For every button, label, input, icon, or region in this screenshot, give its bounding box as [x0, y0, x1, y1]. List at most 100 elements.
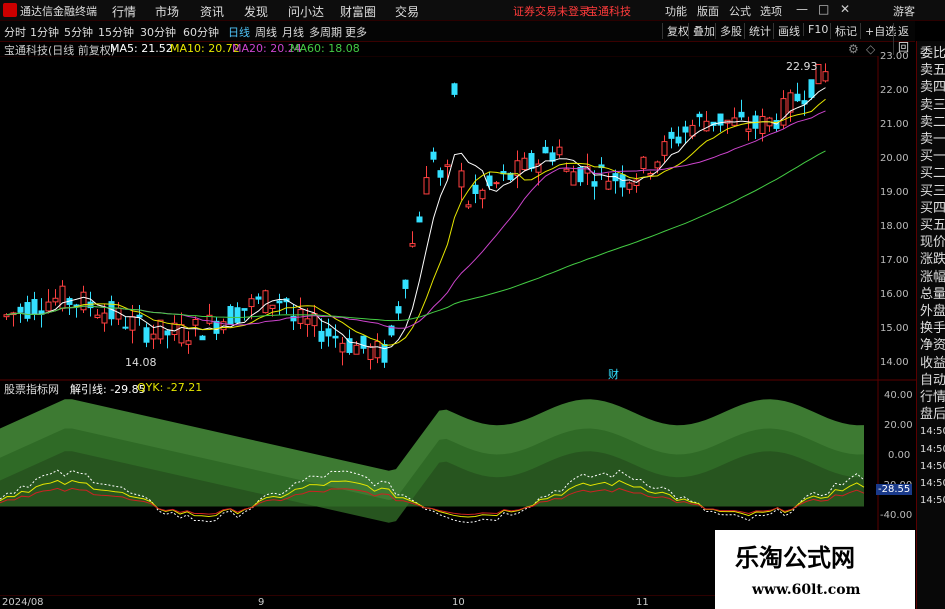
menu-wealth[interactable]: 财富圈 — [340, 3, 376, 20]
candle-body — [787, 92, 794, 113]
period-tab[interactable]: 15分钟 — [98, 24, 134, 40]
candle-body — [675, 136, 682, 144]
quote-field-label: 委比 — [920, 46, 945, 61]
period-tab[interactable]: 分时 — [4, 24, 26, 40]
period-tab-daily[interactable]: 日线 — [228, 24, 250, 40]
menu-function[interactable]: 功能 — [665, 3, 687, 19]
candle-body — [318, 330, 325, 342]
candle-body — [304, 318, 311, 325]
candle-body — [227, 306, 234, 325]
candle-body — [521, 157, 528, 171]
candle-body — [640, 156, 647, 170]
quote-field-label: 净资 — [920, 338, 945, 354]
indicator-tick: 40.00 — [884, 390, 913, 401]
menu-discover[interactable]: 发现 — [244, 3, 268, 20]
menu-formula[interactable]: 公式 — [729, 3, 751, 19]
candle-body — [136, 314, 143, 318]
period-tab[interactable]: 30分钟 — [140, 24, 176, 40]
candle-body — [255, 296, 262, 300]
period-tab[interactable]: 多周期 — [309, 24, 342, 40]
candle-body — [465, 204, 472, 208]
candle-body — [703, 120, 710, 132]
candle-body — [374, 340, 381, 359]
add-watchlist-button[interactable]: +自选 — [860, 23, 896, 39]
menu-layout[interactable]: 版面 — [697, 3, 719, 19]
minimize-icon[interactable]: — — [796, 2, 808, 16]
indicator-name[interactable]: 股票指标网 — [4, 381, 59, 397]
candle-body — [199, 335, 206, 341]
indicator-tick: 0.00 — [888, 450, 911, 461]
date-tick: 2024/08 — [2, 597, 44, 608]
overlay-button[interactable]: 叠加 — [688, 23, 715, 39]
candle-body — [360, 335, 367, 349]
menu-options[interactable]: 选项 — [760, 3, 782, 19]
guest-label[interactable]: 游客 — [893, 3, 915, 19]
candle-body — [325, 328, 332, 337]
candle-body — [122, 326, 129, 329]
menu-ask[interactable]: 问小达 — [288, 3, 324, 20]
app-title: 通达信金融终端 — [20, 5, 97, 18]
adjust-button[interactable]: 复权 — [662, 23, 689, 39]
menu-market[interactable]: 市场 — [155, 3, 179, 20]
candle-body — [605, 180, 612, 190]
expand-icon[interactable]: ◇ — [866, 42, 875, 56]
candle-body — [339, 342, 346, 353]
candle-body — [24, 302, 31, 319]
candle-body — [528, 153, 535, 169]
price-tick: 18.00 — [880, 221, 909, 232]
price-tick: 21.00 — [880, 119, 909, 130]
period-tab[interactable]: 60分钟 — [183, 24, 219, 40]
high-label: 22.93 — [786, 60, 818, 73]
candle-body — [332, 335, 339, 339]
menu-news[interactable]: 资讯 — [200, 3, 224, 20]
finance-marker[interactable]: 财 — [608, 366, 619, 382]
maximize-icon[interactable]: □ — [818, 2, 829, 16]
indicator-tick: 20.00 — [884, 420, 913, 431]
low-label: 14.08 — [125, 356, 157, 369]
price-header: 宝通科技(日线 前复权) — [4, 44, 116, 57]
login-notice[interactable]: 证券交易未登录 — [513, 3, 590, 19]
candle-body — [353, 344, 360, 355]
draw-line-button[interactable]: 画线 — [773, 23, 800, 39]
candle-body — [780, 98, 787, 126]
quote-field-label: 14:50 — [920, 460, 945, 472]
period-tab[interactable]: 月线 — [282, 24, 304, 40]
quote-field-label: 涨幅 — [920, 269, 945, 285]
candle-body — [472, 184, 479, 194]
quote-field-label: 换手 — [920, 321, 945, 337]
f10-button[interactable]: F10 — [803, 23, 828, 36]
candle-body — [17, 306, 24, 313]
stats-button[interactable]: 统计 — [744, 23, 771, 39]
multi-stock-button[interactable]: 多股 — [715, 23, 742, 39]
mark-button[interactable]: 标记 — [830, 23, 857, 39]
candle-body — [437, 170, 444, 178]
candle-body — [626, 182, 633, 190]
period-tab[interactable]: 1分钟 — [30, 24, 59, 40]
period-tab[interactable]: 5分钟 — [64, 24, 93, 40]
settings-icon[interactable]: ⚙ — [848, 42, 859, 56]
candle-body — [31, 299, 38, 315]
candle-body — [661, 141, 668, 156]
menu-quotes[interactable]: 行情 — [112, 3, 136, 20]
quote-field-label: 买四 — [920, 200, 945, 216]
quote-field-label: 收益 — [920, 355, 945, 371]
period-tab[interactable]: 周线 — [255, 24, 277, 40]
menu-trade[interactable]: 交易 — [395, 3, 419, 20]
candle-body — [269, 304, 276, 309]
period-more[interactable]: 更多 — [345, 24, 367, 40]
current-value-badge: -28.55 — [876, 484, 913, 495]
candle-body — [381, 343, 388, 363]
app-logo-icon — [3, 3, 17, 17]
candle-body — [213, 320, 220, 334]
quote-side-panel: 委比 卖五 卖四 卖三 卖二 卖一 买一 买二 买三 买四 买五 现价 涨跌 涨幅 总量 外盘 换手 净资 收益 自动… — [916, 41, 945, 609]
candle-body — [409, 243, 416, 247]
quote-field-label: 行情 — [920, 390, 945, 405]
candle-body — [577, 167, 584, 183]
close-icon[interactable]: ✕ — [840, 2, 850, 16]
candle-body — [94, 314, 101, 319]
quote-field-label: 14:50 — [920, 426, 945, 438]
quote-field-label: 买二 — [920, 166, 945, 182]
candle-body — [556, 146, 563, 156]
indicator-tick: -40.00 — [880, 510, 913, 521]
date-tick: 9 — [258, 597, 265, 608]
